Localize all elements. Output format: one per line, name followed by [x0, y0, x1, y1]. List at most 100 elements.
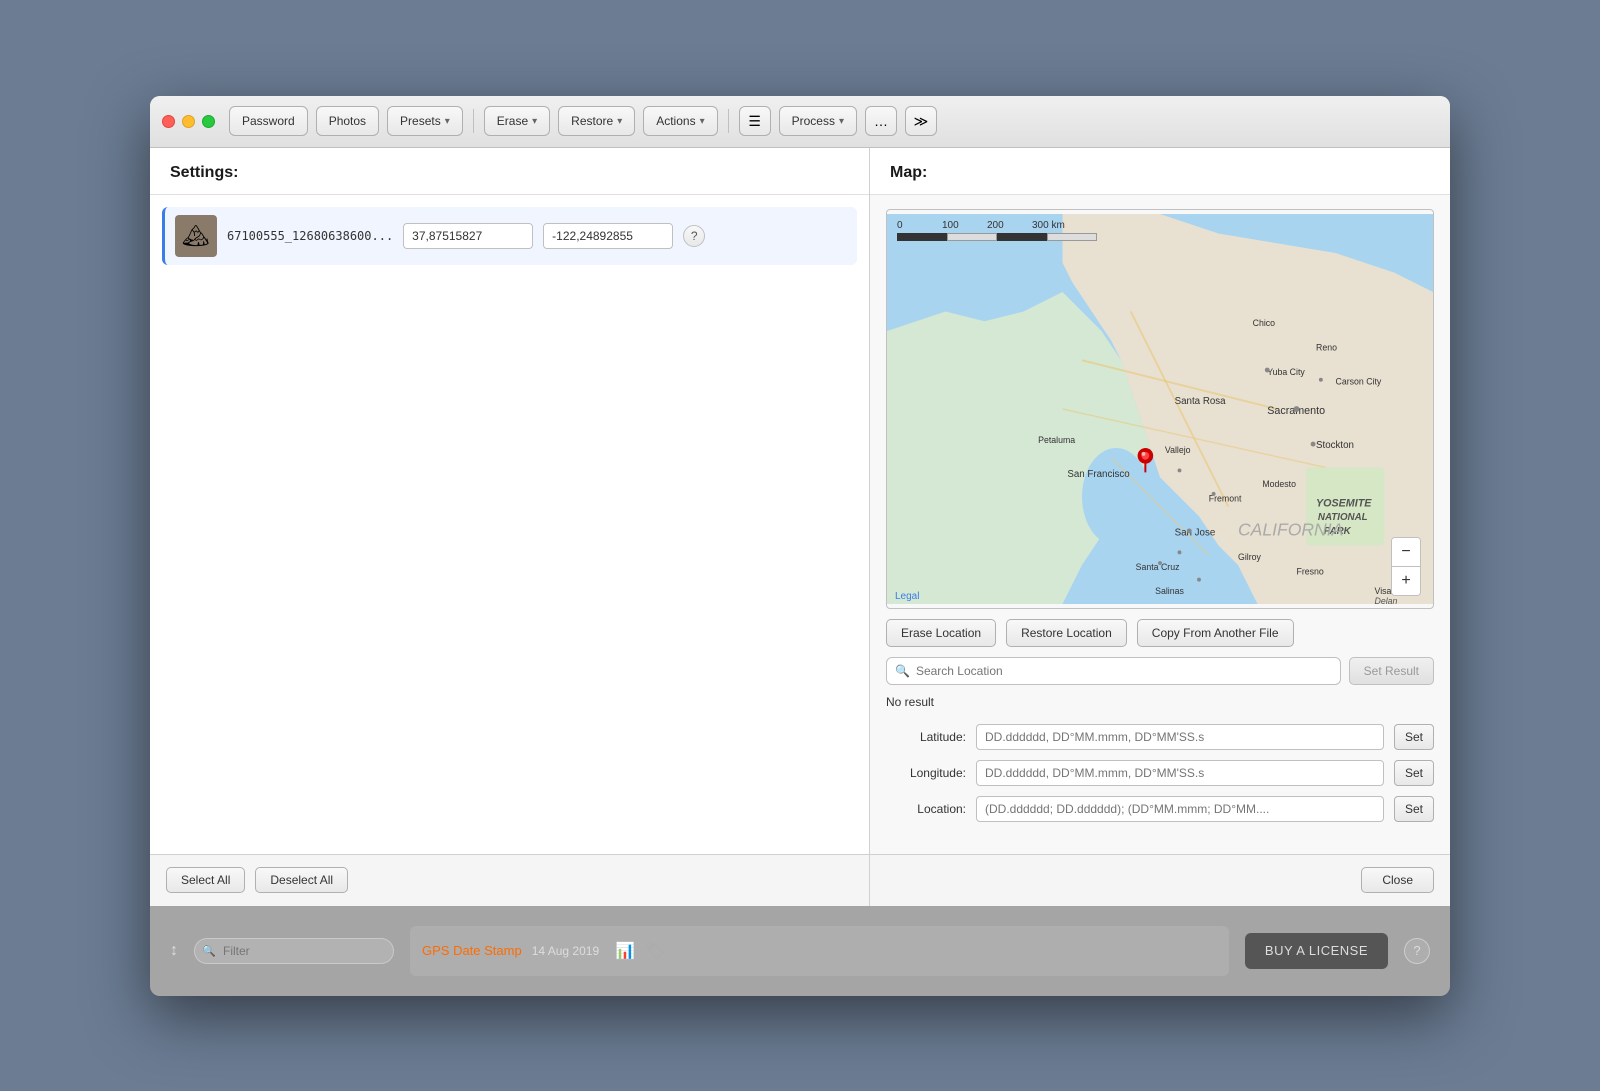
help-button[interactable]: ?: [683, 225, 705, 247]
filter-input[interactable]: [194, 938, 394, 964]
map-scale-bar: 0 100 200 300 km: [897, 220, 1097, 241]
password-button[interactable]: Password: [229, 106, 308, 136]
toolbar-separator-1: [473, 109, 474, 133]
svg-text:CALIFORNIA: CALIFORNIA: [1238, 519, 1343, 539]
right-panel: Map:: [870, 148, 1450, 906]
actions-label: Actions: [656, 114, 695, 128]
main-content: Settings: 🏔 67100555_12680638600... ? Se…: [150, 148, 1450, 906]
expand-button[interactable]: ≫: [905, 106, 937, 136]
process-label: Process: [792, 114, 835, 128]
close-traffic-light[interactable]: [162, 115, 175, 128]
restore-button[interactable]: Restore ▾: [558, 106, 635, 136]
close-button[interactable]: Close: [1361, 867, 1434, 893]
latitude-label: Latitude:: [886, 730, 966, 744]
map-legal-link[interactable]: Legal: [895, 591, 919, 602]
buy-license-button[interactable]: BUY A LICENSE: [1245, 933, 1388, 969]
settings-header: Settings:: [150, 148, 869, 195]
set-result-button[interactable]: Set Result: [1349, 657, 1434, 685]
expand-icon: ≫: [914, 113, 929, 130]
search-row: 🔍 Set Result: [870, 657, 1450, 691]
svg-text:Stockton: Stockton: [1316, 440, 1354, 451]
svg-text:Modesto: Modesto: [1262, 479, 1296, 489]
svg-text:Vallejo: Vallejo: [1165, 444, 1191, 454]
minimize-traffic-light[interactable]: [182, 115, 195, 128]
svg-text:Salinas: Salinas: [1155, 586, 1184, 596]
chart-icon: 📊: [615, 941, 635, 961]
file-item[interactable]: 🏔 67100555_12680638600... ?: [162, 207, 857, 265]
more-icon: …: [874, 113, 888, 129]
svg-text:Petaluma: Petaluma: [1038, 435, 1075, 445]
title-bar: Password Photos Presets ▾ Erase ▾ Restor…: [150, 96, 1450, 148]
longitude-set-button[interactable]: Set: [1394, 760, 1434, 786]
bottom-file-item[interactable]: GPS Date Stamp 14 Aug 2019 📊 🏷: [410, 926, 1229, 976]
svg-text:YOSEMITE: YOSEMITE: [1316, 497, 1372, 509]
longitude-input[interactable]: [543, 223, 673, 249]
svg-text:Yuba City: Yuba City: [1267, 366, 1305, 376]
zoom-out-button[interactable]: −: [1392, 538, 1420, 566]
actions-chevron-icon: ▾: [700, 116, 705, 127]
erase-button[interactable]: Erase ▾: [484, 106, 550, 136]
right-bottom-bar: Close: [870, 854, 1450, 906]
tag-icon: 🏷: [645, 941, 665, 961]
file-name: 67100555_12680638600...: [227, 229, 393, 243]
map-header: Map:: [870, 148, 1450, 195]
location-row: Location: Set: [870, 791, 1450, 827]
toolbar-separator-2: [728, 109, 729, 133]
left-panel: Settings: 🏔 67100555_12680638600... ? Se…: [150, 148, 870, 906]
latitude-set-button[interactable]: Set: [1394, 724, 1434, 750]
bottom-bar: ↕ 🔍 GPS Date Stamp 14 Aug 2019 📊 🏷 BUY A…: [150, 906, 1450, 996]
svg-text:Delan: Delan: [1375, 596, 1398, 606]
location-buttons: Erase Location Restore Location Copy Fro…: [870, 619, 1450, 657]
process-button[interactable]: Process ▾: [779, 106, 857, 136]
more-button[interactable]: …: [865, 106, 897, 136]
location-set-button[interactable]: Set: [1394, 796, 1434, 822]
zoom-in-button[interactable]: +: [1392, 567, 1420, 595]
traffic-lights: [162, 115, 215, 128]
svg-text:San Jose: San Jose: [1175, 527, 1216, 538]
presets-chevron-icon: ▾: [445, 116, 450, 127]
location-coord-input[interactable]: [976, 796, 1384, 822]
main-window: Password Photos Presets ▾ Erase ▾ Restor…: [150, 96, 1450, 996]
help-circle-button[interactable]: ?: [1404, 938, 1430, 964]
bottom-file-date: 14 Aug 2019: [532, 944, 599, 958]
list-icon: ☰: [748, 113, 761, 130]
photos-button[interactable]: Photos: [316, 106, 379, 136]
left-bottom-bar: Select All Deselect All: [150, 854, 869, 906]
search-location-input[interactable]: [916, 664, 1332, 678]
sort-icon[interactable]: ↕: [170, 942, 178, 960]
presets-button[interactable]: Presets ▾: [387, 106, 463, 136]
deselect-all-button[interactable]: Deselect All: [255, 867, 348, 893]
filter-container: 🔍: [194, 938, 394, 964]
list-view-button[interactable]: ☰: [739, 106, 771, 136]
restore-label: Restore: [571, 114, 613, 128]
file-list: 🏔 67100555_12680638600... ?: [150, 195, 869, 854]
longitude-row: Longitude: Set: [870, 755, 1450, 791]
longitude-label: Longitude:: [886, 766, 966, 780]
map-svg: Chico Reno Yuba City Carson City Santa R…: [887, 210, 1433, 608]
latitude-input[interactable]: [403, 223, 533, 249]
latitude-coord-input[interactable]: [976, 724, 1384, 750]
svg-text:Gilroy: Gilroy: [1238, 552, 1262, 562]
search-box[interactable]: 🔍: [886, 657, 1341, 685]
no-result-text: No result: [870, 691, 1450, 719]
erase-chevron-icon: ▾: [532, 116, 537, 127]
svg-text:Reno: Reno: [1316, 342, 1337, 352]
filter-search-icon: 🔍: [202, 944, 216, 957]
map-container[interactable]: Chico Reno Yuba City Carson City Santa R…: [886, 209, 1434, 609]
restore-location-button[interactable]: Restore Location: [1006, 619, 1127, 647]
location-label: Location:: [886, 802, 966, 816]
select-all-button[interactable]: Select All: [166, 867, 245, 893]
bottom-file-name: GPS Date Stamp: [422, 943, 522, 958]
svg-text:Carson City: Carson City: [1336, 376, 1382, 386]
restore-chevron-icon: ▾: [617, 116, 622, 127]
copy-from-another-file-button[interactable]: Copy From Another File: [1137, 619, 1294, 647]
file-thumbnail: 🏔: [175, 215, 217, 257]
svg-text:Fresno: Fresno: [1297, 566, 1324, 576]
longitude-coord-input[interactable]: [976, 760, 1384, 786]
maximize-traffic-light[interactable]: [202, 115, 215, 128]
erase-location-button[interactable]: Erase Location: [886, 619, 996, 647]
svg-text:San Francisco: San Francisco: [1067, 469, 1130, 480]
process-chevron-icon: ▾: [839, 116, 844, 127]
map-zoom-controls: − +: [1391, 537, 1421, 596]
actions-button[interactable]: Actions ▾: [643, 106, 717, 136]
